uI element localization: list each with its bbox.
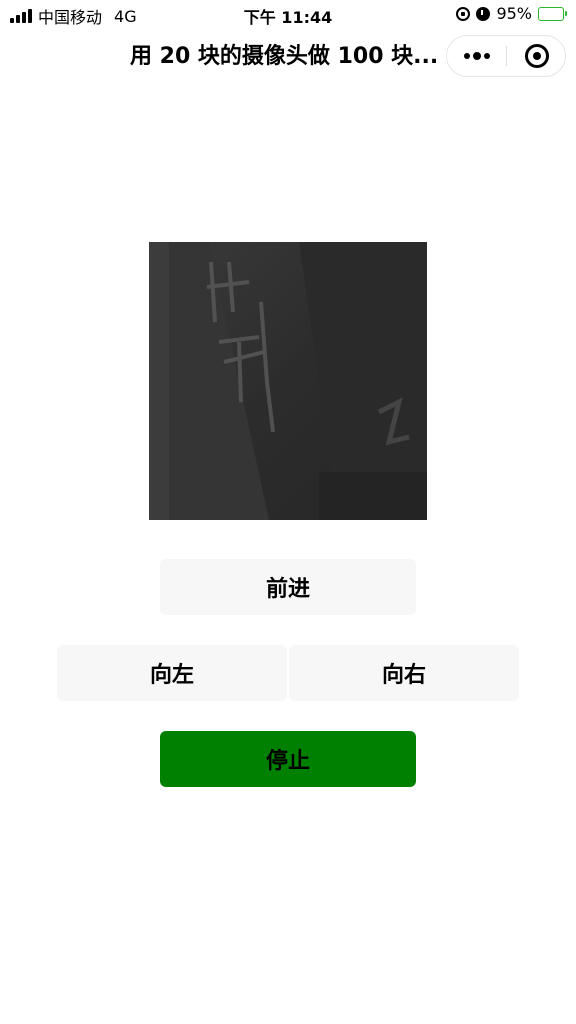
battery-charging-icon — [538, 6, 567, 21]
more-dots-icon[interactable] — [447, 36, 507, 76]
battery-percent: 95% — [496, 4, 532, 23]
rotation-lock-icon — [456, 6, 471, 21]
mini-program-capsule — [446, 35, 566, 77]
page-title: 用 20 块的摄像头做 100 块... — [130, 44, 439, 69]
status-right: 95% — [456, 4, 567, 23]
target-close-icon[interactable] — [507, 36, 567, 76]
status-bar: 中国移动 4G 下午 11:44 95% — [0, 0, 576, 30]
alarm-icon — [476, 6, 491, 21]
stop-button[interactable]: 停止 — [160, 731, 416, 787]
turn-left-button[interactable]: 向左 — [57, 645, 287, 701]
camera-view — [149, 242, 427, 520]
forward-button[interactable]: 前进 — [160, 559, 416, 615]
camera-frame — [149, 242, 427, 520]
turn-right-button[interactable]: 向右 — [289, 645, 519, 701]
